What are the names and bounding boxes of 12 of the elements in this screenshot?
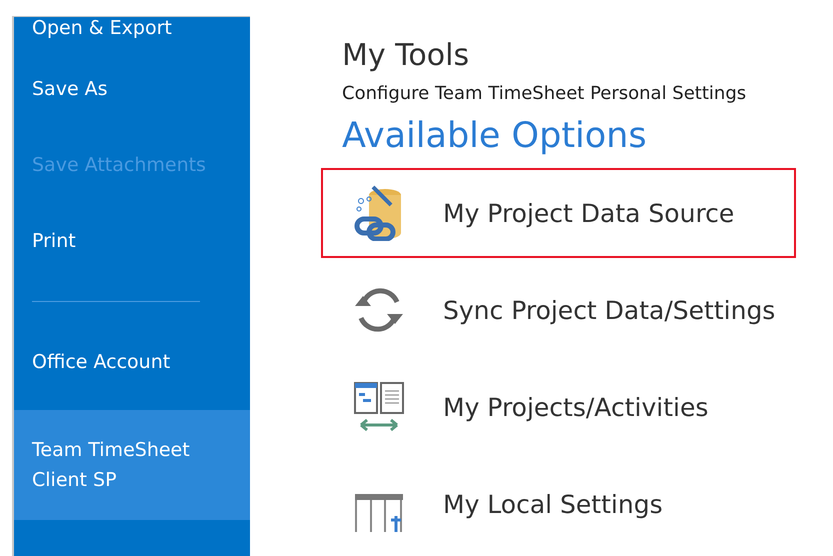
section-heading: Available Options <box>342 116 648 156</box>
option-button[interactable]: My Project Data Source <box>321 168 796 258</box>
sidebar-item[interactable]: Team TimeSheet Client SP <box>14 410 250 520</box>
option-button[interactable]: My Projects/Activities <box>321 362 796 452</box>
page-subtitle: Configure Team TimeSheet Personal Settings <box>342 83 748 104</box>
page-title: My Tools <box>342 38 470 73</box>
sidebar-item[interactable]: Save As <box>14 51 250 127</box>
sidebar-item[interactable]: Print <box>14 203 250 279</box>
sidebar-item[interactable]: Open & Export <box>14 17 250 51</box>
option-button[interactable]: My Local Settings <box>321 459 796 549</box>
sidebar-item[interactable]: Office Account <box>14 324 250 400</box>
option-button[interactable]: Sync Project Data/Settings <box>321 265 796 355</box>
